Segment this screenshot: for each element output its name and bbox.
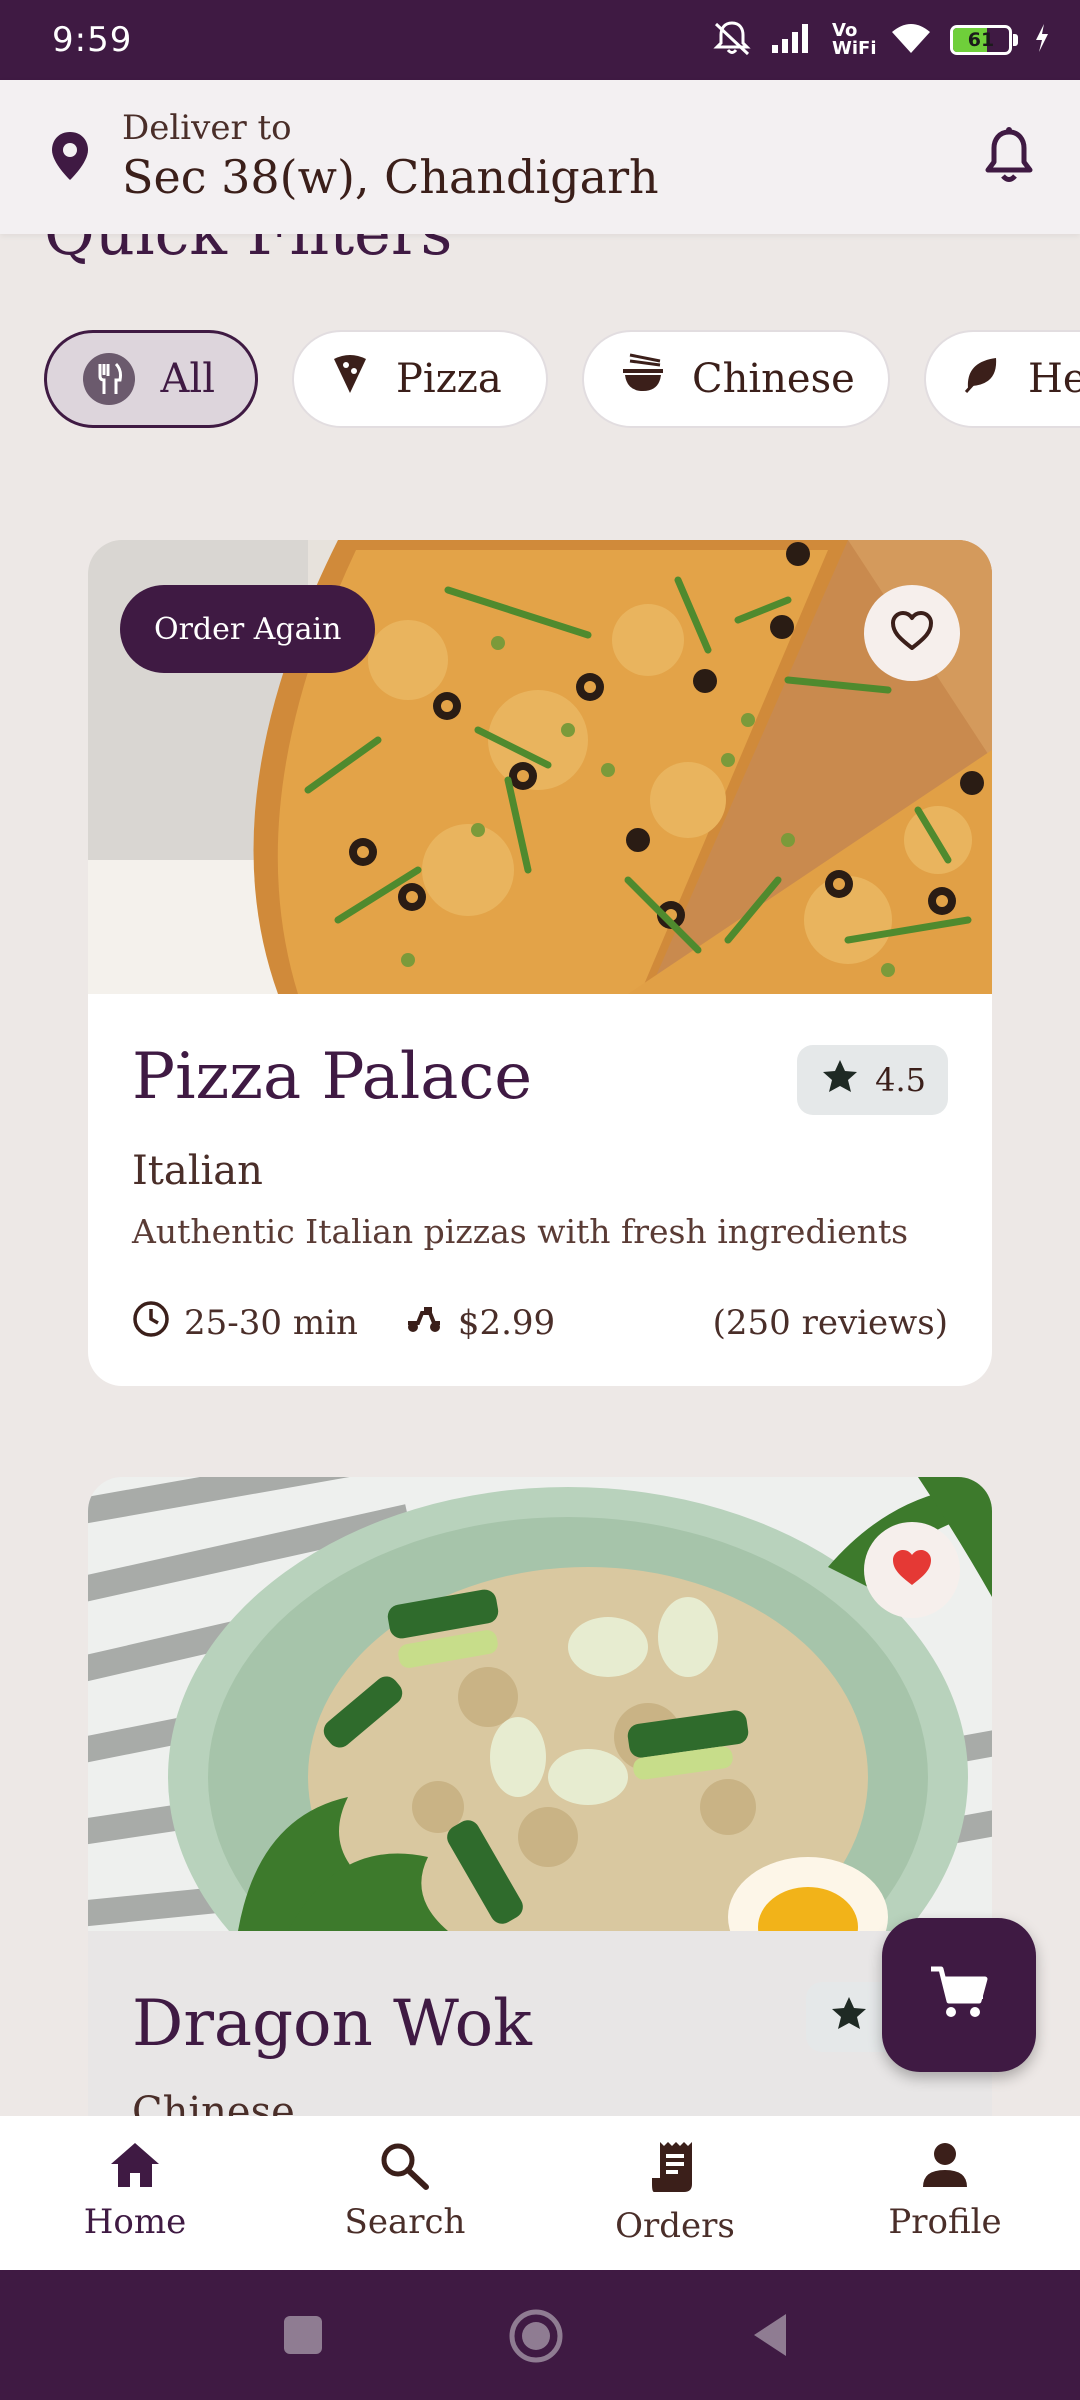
location-pin-icon	[48, 130, 92, 186]
cart-icon	[929, 1965, 989, 2025]
delivery-fee-value: $2.99	[457, 1303, 556, 1343]
filter-chip-label: Chinese	[692, 356, 855, 402]
restaurant-description: Authentic Italian pizzas with fresh ingr…	[132, 1212, 909, 1251]
rating-value: 4.5	[875, 1061, 926, 1099]
restaurant-name: Dragon Wok	[132, 1987, 532, 2061]
delivery-time: 25-30 min	[132, 1300, 358, 1347]
home-icon	[108, 2140, 162, 2194]
battery-indicator: 61	[950, 25, 1018, 55]
delivery-fee: $2.99	[404, 1303, 555, 1344]
nav-label: Profile	[888, 2202, 1002, 2242]
star-icon	[830, 1995, 868, 2039]
mute-icon	[710, 18, 754, 62]
bottom-navigation: Home Search Orders Profile	[0, 2116, 1080, 2270]
receipt-icon	[648, 2140, 702, 2198]
delivery-time-value: 25-30 min	[184, 1303, 358, 1343]
system-navigation-bar	[0, 2270, 1080, 2400]
cart-button[interactable]	[882, 1918, 1036, 2072]
restaurant-meta: 25-30 min $2.99 (250 reviews)	[132, 1298, 948, 1348]
heart-outline-icon	[889, 610, 935, 656]
home-system-button[interactable]	[508, 2308, 564, 2368]
back-button[interactable]	[750, 2312, 790, 2362]
restaurant-card[interactable]: Dragon Wok Chinese	[88, 1477, 992, 2177]
filter-chip-label: Pizza	[396, 356, 502, 402]
cuisine-label: Italian	[132, 1148, 263, 1194]
heart-filled-icon	[889, 1547, 935, 1593]
signal-icon	[770, 21, 816, 59]
wifi-icon	[888, 20, 934, 60]
leaf-icon	[962, 354, 1002, 404]
status-icons: Vo WiFi 61	[710, 18, 1050, 62]
vowifi-label: Vo WiFi	[832, 20, 877, 59]
pizza-slice-icon	[330, 353, 370, 405]
restaurant-card[interactable]: Order Again Pizza Palace 4.5 Italian Aut…	[88, 540, 992, 1386]
nav-home[interactable]: Home	[0, 2116, 270, 2270]
battery-level: 61	[967, 29, 995, 51]
favorite-button[interactable]	[864, 585, 960, 681]
fried-rice-image	[88, 1477, 992, 1931]
nav-label: Home	[83, 2202, 187, 2242]
nav-search[interactable]: Search	[270, 2116, 540, 2270]
scooter-icon	[404, 1303, 444, 1344]
nav-orders[interactable]: Orders	[540, 2116, 810, 2270]
status-bar: 9:59 Vo WiFi 61	[0, 0, 1080, 80]
order-again-badge[interactable]: Order Again	[120, 585, 376, 673]
status-time: 9:59	[52, 20, 133, 60]
nav-profile[interactable]: Profile	[810, 2116, 1080, 2270]
quick-filters-row: All Pizza Chinese He	[44, 330, 1080, 432]
review-count: (250 reviews)	[712, 1303, 948, 1343]
filter-chip-label: He	[1028, 356, 1080, 402]
star-icon	[821, 1058, 859, 1102]
clock-icon	[132, 1300, 170, 1347]
app-header: Deliver to Sec 38(w), Chandigarh	[0, 80, 1080, 234]
filter-chip-pizza[interactable]: Pizza	[292, 330, 548, 428]
restaurant-name: Pizza Palace	[132, 1040, 533, 1114]
filter-chip-label: All	[160, 356, 215, 402]
filter-chip-healthy[interactable]: He	[924, 330, 1080, 428]
rating-badge: 4.5	[797, 1045, 948, 1115]
bell-icon[interactable]	[982, 126, 1036, 190]
fork-knife-icon	[83, 353, 135, 405]
recents-button[interactable]	[282, 2314, 324, 2360]
nav-label: Search	[344, 2202, 466, 2242]
person-icon	[918, 2140, 972, 2194]
favorite-button[interactable]	[864, 1522, 960, 1618]
delivery-address[interactable]: Sec 38(w), Chandigarh	[122, 150, 659, 204]
search-icon	[378, 2140, 432, 2194]
noodle-bowl-icon	[620, 353, 666, 405]
filter-chip-all[interactable]: All	[44, 330, 258, 428]
filter-chip-chinese[interactable]: Chinese	[582, 330, 890, 428]
nav-label: Orders	[615, 2206, 735, 2246]
deliver-to-label: Deliver to	[122, 108, 292, 148]
charging-icon	[1034, 23, 1050, 57]
